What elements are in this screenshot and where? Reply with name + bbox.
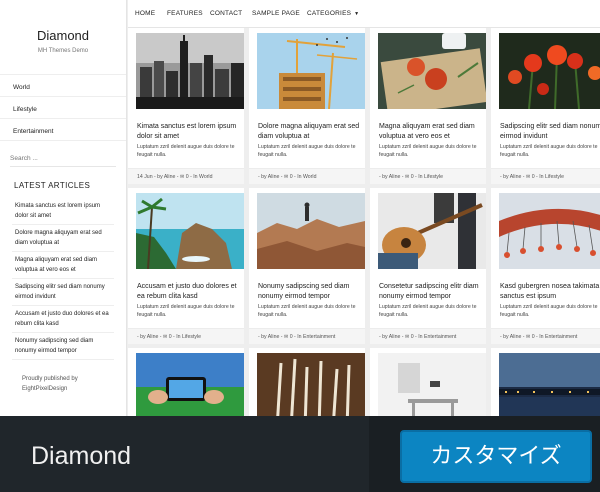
nav-categories[interactable]: CATEGORIES ▼ bbox=[307, 10, 359, 17]
post-card[interactable]: Kimata sanctus est lorem ipsum dolor sit… bbox=[128, 28, 244, 184]
post-card[interactable]: Nonumy sadipscing sed diam nonumy eirmod… bbox=[249, 188, 365, 344]
post-card[interactable] bbox=[249, 348, 365, 416]
post-excerpt: Luptatum zzril delenit augue duis dolore… bbox=[379, 304, 477, 318]
latest-article-link[interactable]: Dolore magna aliquyam erat sed diam volu… bbox=[12, 225, 114, 252]
credit-author-link[interactable]: EightPixelDesign bbox=[22, 384, 126, 394]
search-input[interactable] bbox=[10, 155, 116, 162]
post-thumbnail-night-city[interactable] bbox=[499, 353, 600, 416]
post-title[interactable]: Dolore magna aliquyam erat sed diam volu… bbox=[258, 122, 365, 142]
sidebar-item-entertainment[interactable]: Entertainment bbox=[0, 119, 126, 141]
post-thumbnail-tomatoes[interactable] bbox=[378, 33, 486, 109]
post-meta: - by Aline - ✉ 0 - In Entertainment bbox=[370, 328, 486, 344]
latest-article-link[interactable]: Kimata sanctus est lorem ipsum dolor sit… bbox=[12, 198, 114, 225]
post-title[interactable]: Kasd gubergren nosea takimata sanctus es… bbox=[500, 282, 600, 302]
post-meta: - by Aline - ✉ 0 - In Entertainment bbox=[491, 328, 600, 344]
post-excerpt: Luptatum zzril delenit augue duis dolore… bbox=[137, 144, 235, 158]
latest-article-link[interactable]: Sadipscing elitr sed diam nonumy eirmod … bbox=[12, 279, 114, 306]
post-title[interactable]: Sadipscing elitr sed diam nonumy eirmod … bbox=[500, 122, 600, 142]
post-excerpt: Luptatum zzril delenit augue duis dolore… bbox=[258, 304, 356, 318]
latest-articles-title: LATEST ARTICLES bbox=[14, 181, 91, 190]
post-thumbnail-canyon[interactable] bbox=[257, 193, 365, 269]
post-thumbnail-construction[interactable] bbox=[257, 33, 365, 109]
nav-contact[interactable]: CONTACT bbox=[210, 10, 242, 17]
credit-line: Proudly published by bbox=[22, 376, 78, 382]
latest-article-link[interactable]: Nonumy sadipscing sed diam nonumy eirmod… bbox=[12, 333, 114, 360]
post-card[interactable]: Magna aliquyam erat sed diam voluptua at… bbox=[370, 28, 486, 184]
post-card[interactable]: Accusam et justo duo dolores et ea rebum… bbox=[128, 188, 244, 344]
nav-categories-label: CATEGORIES bbox=[307, 10, 352, 17]
post-card[interactable] bbox=[128, 348, 244, 416]
post-meta: 14 Jun - by Aline - ✉ 0 - In World bbox=[128, 168, 244, 184]
post-thumbnail-interior[interactable] bbox=[378, 353, 486, 416]
post-title[interactable]: Consetetur sadipscing elitr diam nonumy … bbox=[379, 282, 486, 302]
theme-name: Diamond bbox=[31, 442, 132, 470]
post-thumbnail-city[interactable] bbox=[136, 33, 244, 109]
post-title[interactable]: Magna aliquyam erat sed diam voluptua at… bbox=[379, 122, 486, 142]
post-card[interactable] bbox=[370, 348, 486, 416]
post-excerpt: Luptatum zzril delenit augue duis dolore… bbox=[137, 304, 235, 318]
post-grid: Kimata sanctus est lorem ipsum dolor sit… bbox=[128, 28, 600, 416]
post-meta: - by Aline - ✉ 0 - In Lifestyle bbox=[491, 168, 600, 184]
post-title[interactable]: Accusam et justo duo dolores et ea rebum… bbox=[137, 282, 244, 302]
post-card[interactable]: Consetetur sadipscing elitr diam nonumy … bbox=[370, 188, 486, 344]
latest-article-link[interactable]: Accusam et justo duo dolores et ea rebum… bbox=[12, 306, 114, 333]
post-excerpt: Luptatum zzril delenit augue duis dolore… bbox=[258, 144, 356, 158]
nav-home[interactable]: HOME bbox=[135, 10, 155, 17]
post-excerpt: Luptatum zzril delenit augue duis dolore… bbox=[500, 304, 598, 318]
post-thumbnail-brushes[interactable] bbox=[257, 353, 365, 416]
site-branding: Diamond MH Themes Demo bbox=[0, 0, 126, 74]
post-card[interactable]: Sadipscing elitr sed diam nonumy eirmod … bbox=[491, 28, 600, 184]
post-card[interactable]: Dolore magna aliquyam erat sed diam volu… bbox=[249, 28, 365, 184]
post-excerpt: Luptatum zzril delenit augue duis dolore… bbox=[500, 144, 598, 158]
sidebar-item-lifestyle[interactable]: Lifestyle bbox=[0, 97, 126, 119]
post-thumbnail-coast[interactable] bbox=[136, 193, 244, 269]
sidebar-search bbox=[10, 155, 116, 167]
post-thumbnail-phone-stadium[interactable] bbox=[136, 353, 244, 416]
nav-features[interactable]: FEATURES bbox=[167, 10, 203, 17]
latest-article-link[interactable]: Magna aliquyam erat sed diam voluptua at… bbox=[12, 252, 114, 279]
chevron-down-icon: ▼ bbox=[354, 11, 360, 17]
post-meta: - by Aline - ✉ 0 - In Entertainment bbox=[249, 328, 365, 344]
site-tagline: MH Themes Demo bbox=[37, 48, 89, 54]
post-meta: - by Aline - ✉ 0 - In World bbox=[249, 168, 365, 184]
post-thumbnail-guitar[interactable] bbox=[378, 193, 486, 269]
customize-button[interactable]: カスタマイズ bbox=[400, 430, 592, 483]
post-card[interactable] bbox=[491, 348, 600, 416]
footer-credit: Proudly published by EightPixelDesign bbox=[0, 374, 126, 394]
nav-sample-page[interactable]: SAMPLE PAGE bbox=[252, 10, 300, 17]
post-title[interactable]: Nonumy sadipscing sed diam nonumy eirmod… bbox=[258, 282, 365, 302]
post-excerpt: Luptatum zzril delenit augue duis dolore… bbox=[379, 144, 477, 158]
sidebar: Diamond MH Themes Demo World Lifestyle E… bbox=[0, 0, 127, 416]
sidebar-item-world[interactable]: World bbox=[0, 75, 126, 97]
sidebar-menu: World Lifestyle Entertainment bbox=[0, 74, 126, 141]
post-meta: - by Aline - ✉ 0 - In Lifestyle bbox=[370, 168, 486, 184]
post-card[interactable]: Kasd gubergren nosea takimata sanctus es… bbox=[491, 188, 600, 344]
post-thumbnail-carousel[interactable] bbox=[499, 193, 600, 269]
top-navigation: HOME FEATURES CONTACT SAMPLE PAGE CATEGO… bbox=[128, 0, 600, 28]
post-meta: - by Aline - ✉ 0 - In Lifestyle bbox=[128, 328, 244, 344]
post-title[interactable]: Kimata sanctus est lorem ipsum dolor sit… bbox=[137, 122, 244, 142]
post-thumbnail-flowers[interactable] bbox=[499, 33, 600, 109]
site-title[interactable]: Diamond bbox=[0, 28, 126, 43]
latest-articles-list: Kimata sanctus est lorem ipsum dolor sit… bbox=[12, 198, 114, 360]
